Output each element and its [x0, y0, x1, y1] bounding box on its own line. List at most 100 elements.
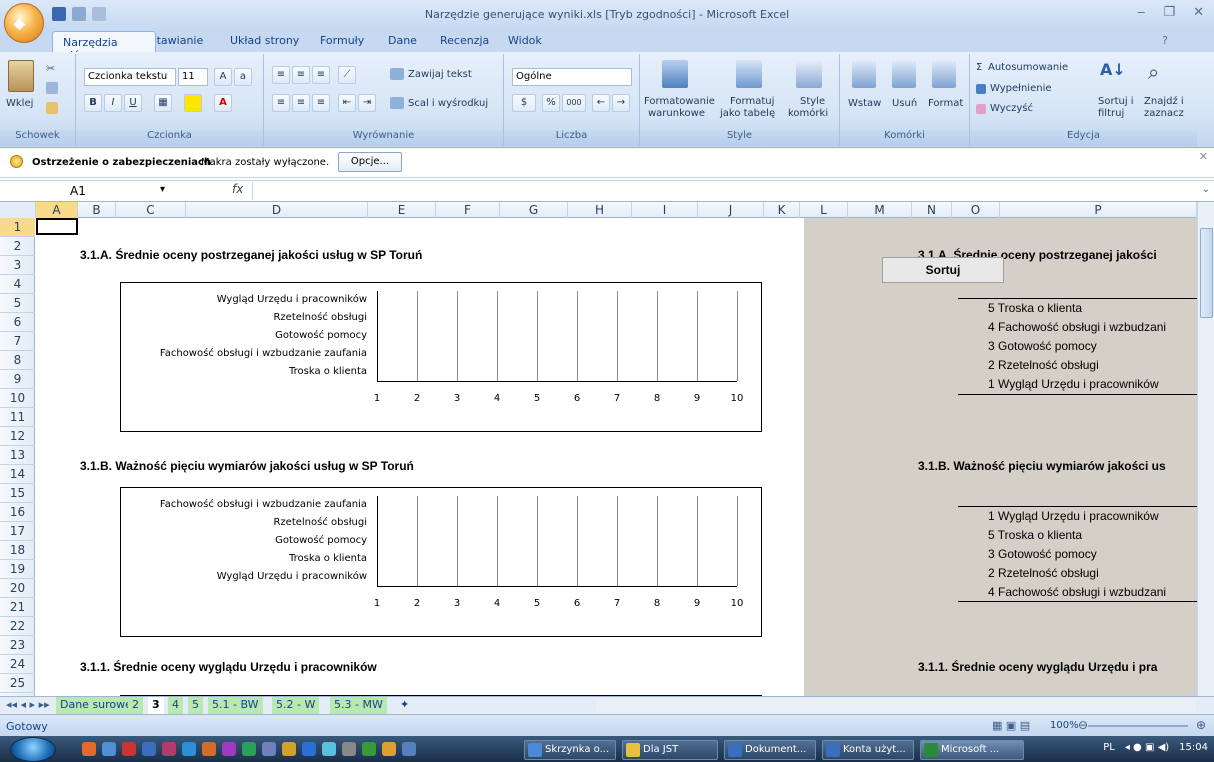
underline-icon[interactable]: U	[124, 94, 142, 112]
increase-decimal-icon[interactable]: ←	[592, 94, 610, 112]
sheet-tab-5[interactable]: 5	[188, 697, 203, 714]
wrap-text-button[interactable]: Zawijaj tekst	[408, 69, 472, 80]
format-cells-icon[interactable]	[932, 60, 956, 88]
quicklaunch-icon[interactable]	[142, 742, 156, 756]
col-header-d[interactable]: D	[186, 202, 368, 218]
conditional-format-icon[interactable]	[662, 60, 688, 88]
active-cell-a1[interactable]	[36, 218, 78, 235]
col-header-o[interactable]: O	[952, 202, 1000, 218]
align-center-icon[interactable]: ≡	[292, 94, 310, 112]
quicklaunch-icon[interactable]	[182, 742, 196, 756]
vertical-scrollbar[interactable]	[1197, 202, 1214, 696]
row-header[interactable]: 19	[0, 560, 35, 579]
tab-widok[interactable]: Widok	[508, 34, 542, 47]
quicklaunch-icon[interactable]	[242, 742, 256, 756]
start-button[interactable]	[10, 737, 56, 762]
row-header[interactable]: 8	[0, 351, 35, 370]
row-header[interactable]: 22	[0, 617, 35, 636]
row-header[interactable]: 3	[0, 256, 35, 275]
merge-center-button[interactable]: Scal i wyśrodkuj	[408, 98, 488, 109]
chart-3-1-a[interactable]: Wygląd Urzędu i pracowników Rzetelność ob…	[120, 282, 762, 432]
autosum-button[interactable]: Autosumowanie	[988, 62, 1068, 73]
row-header[interactable]: 2	[0, 237, 35, 256]
taskbar-button-excel[interactable]: Microsoft ...	[920, 740, 1024, 760]
align-middle-icon[interactable]: ≡	[292, 66, 310, 84]
tab-narzedzia-glowne[interactable]: Narzędzia główne	[52, 31, 156, 62]
taskbar-button-konta[interactable]: Konta użyt...	[822, 740, 914, 760]
quicklaunch-icon[interactable]	[302, 742, 316, 756]
row-header[interactable]: 13	[0, 446, 35, 465]
horizontal-scrollbar[interactable]	[596, 698, 1196, 712]
row-header[interactable]: 14	[0, 465, 35, 484]
zoom-slider[interactable]	[1088, 725, 1188, 727]
quicklaunch-icon[interactable]	[102, 742, 116, 756]
tab-dane[interactable]: Dane	[388, 34, 417, 47]
fill-button[interactable]: Wypełnienie	[990, 83, 1052, 94]
taskbar-button-dla-jst[interactable]: Dla JST	[622, 740, 718, 760]
taskbar-button-skrzynka[interactable]: Skrzynka o...	[524, 740, 616, 760]
taskbar-button-dokument[interactable]: Dokument...	[724, 740, 816, 760]
col-header-k[interactable]: K	[764, 202, 800, 218]
row-header[interactable]: 15	[0, 484, 35, 503]
col-header-i[interactable]: I	[632, 202, 698, 218]
col-header-n[interactable]: N	[912, 202, 952, 218]
orientation-icon[interactable]: ⟋	[338, 66, 356, 84]
delete-cells-icon[interactable]	[892, 60, 916, 88]
zoom-in-icon[interactable]: ⊕	[1196, 718, 1206, 732]
row-header[interactable]: 5	[0, 294, 35, 313]
tab-uklad-strony[interactable]: Układ strony	[230, 34, 299, 47]
insert-sheet-icon[interactable]: ✦	[396, 697, 413, 714]
align-left-icon[interactable]: ≡	[272, 94, 290, 112]
worksheet[interactable]: 3.1.A. Średnie oceny postrzeganej jakośc…	[36, 218, 1197, 696]
options-button[interactable]: Opcje...	[338, 152, 402, 172]
expand-formula-icon[interactable]: ⌄	[1202, 184, 1210, 195]
scroll-thumb[interactable]	[1200, 228, 1213, 318]
sort-button[interactable]: Sortuj	[882, 257, 1004, 283]
align-right-icon[interactable]: ≡	[312, 94, 330, 112]
tab-nav-icons[interactable]: ◂◂ ◂ ▸ ▸▸	[2, 697, 54, 714]
col-header-h[interactable]: H	[568, 202, 632, 218]
row-header[interactable]: 17	[0, 522, 35, 541]
office-button[interactable]: ◆	[4, 3, 44, 43]
shrink-font-icon[interactable]: a	[234, 68, 252, 86]
quicklaunch-icon[interactable]	[122, 742, 136, 756]
tab-formuly[interactable]: Formuły	[320, 34, 364, 47]
clear-button[interactable]: Wyczyść	[990, 103, 1033, 114]
format-table-icon[interactable]	[736, 60, 762, 88]
close-icon[interactable]: ✕	[1193, 5, 1204, 20]
quicklaunch-icon[interactable]	[202, 742, 216, 756]
zoom-level[interactable]: 100%	[1050, 720, 1079, 731]
help-icon[interactable]: ?	[1162, 34, 1168, 47]
quicklaunch-icon[interactable]	[322, 742, 336, 756]
language-indicator[interactable]: PL	[1103, 742, 1115, 753]
tab-recenzja[interactable]: Recenzja	[440, 34, 489, 47]
name-box[interactable]: A1	[4, 183, 194, 201]
borders-icon[interactable]: ▦	[154, 94, 172, 112]
quicklaunch-icon[interactable]	[362, 742, 376, 756]
fill-color-icon[interactable]	[184, 94, 202, 112]
align-bottom-icon[interactable]: ≡	[312, 66, 330, 84]
row-header[interactable]: 24	[0, 655, 35, 674]
view-buttons-icon[interactable]: ▦ ▣ ▤	[992, 719, 1030, 732]
thousands-icon[interactable]: 000	[562, 94, 586, 112]
quicklaunch-icon[interactable]	[382, 742, 396, 756]
sheet-tab-5-1[interactable]: 5.1 - BW	[208, 697, 263, 714]
quicklaunch-icon[interactable]	[402, 742, 416, 756]
quicklaunch-icon[interactable]	[262, 742, 276, 756]
number-format-combo[interactable]: Ogólne	[512, 68, 632, 86]
insert-cells-icon[interactable]	[852, 60, 876, 88]
tray-icons[interactable]: ◂ ● ▣ ◀)	[1125, 742, 1169, 753]
italic-icon[interactable]: I	[104, 94, 122, 112]
row-header[interactable]: 6	[0, 313, 35, 332]
align-top-icon[interactable]: ≡	[272, 66, 290, 84]
function-icon[interactable]: fx	[232, 182, 243, 196]
currency-icon[interactable]: $	[512, 94, 536, 112]
row-header[interactable]: 11	[0, 408, 35, 427]
cell-styles-icon[interactable]	[796, 60, 822, 88]
quicklaunch-icon[interactable]	[282, 742, 296, 756]
grow-font-icon[interactable]: A	[214, 68, 232, 86]
copy-icon[interactable]	[46, 82, 58, 94]
quicklaunch-icon[interactable]	[222, 742, 236, 756]
minimize-icon[interactable]: ‒	[1137, 5, 1145, 20]
paste-icon[interactable]	[8, 60, 34, 92]
